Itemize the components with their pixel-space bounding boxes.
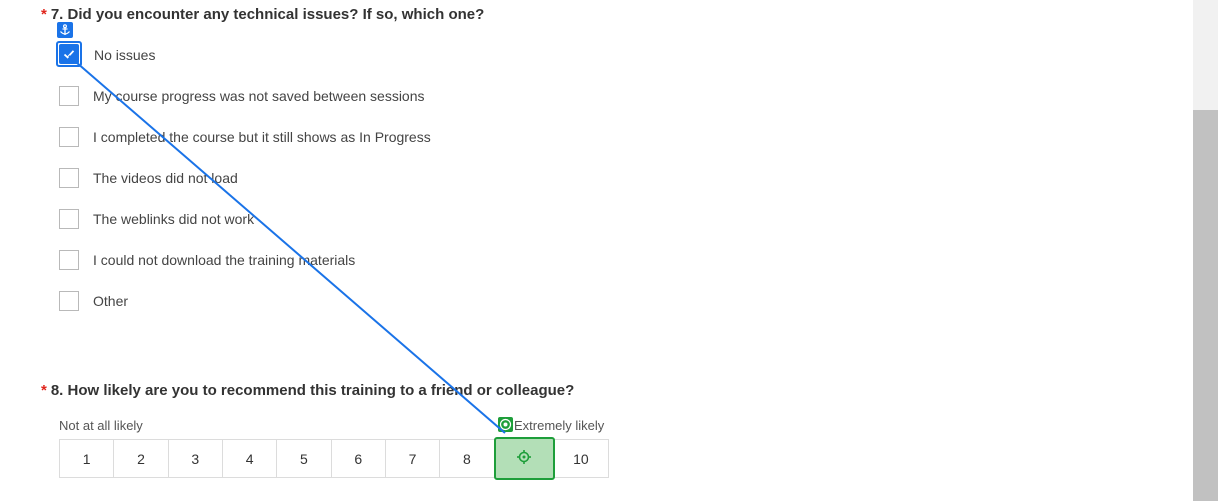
- scale-option-9[interactable]: [493, 437, 555, 480]
- scale-option-3[interactable]: 3: [168, 440, 223, 477]
- required-asterisk: *: [41, 382, 47, 399]
- scrollbar-thumb[interactable]: [1193, 110, 1218, 501]
- target-icon: [516, 449, 532, 468]
- option-download-materials[interactable]: I could not download the training materi…: [59, 249, 355, 271]
- option-label: The weblinks did not work: [93, 211, 255, 227]
- question-7-title: * 7. Did you encounter any technical issu…: [41, 6, 484, 23]
- scale-option-5[interactable]: 5: [277, 440, 332, 477]
- option-label: My course progress was not saved between…: [93, 88, 425, 104]
- question-8-text: 8. How likely are you to recommend this …: [50, 382, 575, 399]
- scale-option-6[interactable]: 6: [331, 440, 386, 477]
- nps-scale: 1 2 3 4 5 6 7 8 10: [59, 437, 609, 480]
- scale-option-10[interactable]: 10: [553, 440, 609, 477]
- anchor-icon: [57, 22, 73, 38]
- survey-page: * 7. Did you encounter any technical issu…: [0, 0, 1193, 501]
- option-videos-not-load[interactable]: The videos did not load: [59, 167, 238, 189]
- scale-option-2[interactable]: 2: [114, 440, 169, 477]
- required-asterisk: *: [41, 6, 47, 23]
- checkbox[interactable]: [59, 250, 79, 270]
- option-other[interactable]: Other: [59, 290, 128, 312]
- option-label: Other: [93, 293, 129, 309]
- scale-high-label: Extremely likely: [514, 418, 605, 433]
- option-progress-not-saved[interactable]: My course progress was not saved between…: [59, 85, 425, 107]
- checkmark-icon: [59, 44, 79, 64]
- option-label: I completed the course but it still show…: [93, 129, 431, 145]
- scale-option-1[interactable]: 1: [60, 440, 115, 477]
- scale-option-4[interactable]: 4: [222, 440, 278, 477]
- option-no-issues[interactable]: No issues: [82, 44, 155, 66]
- option-label: No issues: [94, 47, 156, 63]
- checkbox[interactable]: [59, 209, 79, 229]
- question-8-title: * 8. How likely are you to recommend this…: [41, 382, 574, 399]
- option-label: I could not download the training materi…: [93, 252, 356, 268]
- option-shows-in-progress[interactable]: I completed the course but it still show…: [59, 126, 431, 148]
- checkbox-no-issues[interactable]: [56, 41, 82, 67]
- checkbox[interactable]: [59, 86, 79, 106]
- scale-low-label: Not at all likely: [59, 418, 143, 433]
- option-weblinks-not-work[interactable]: The weblinks did not work: [59, 208, 254, 230]
- checkbox[interactable]: [59, 127, 79, 147]
- question-7-text: 7. Did you encounter any technical issue…: [50, 6, 485, 23]
- option-label: The videos did not load: [93, 170, 238, 186]
- checkbox[interactable]: [59, 168, 79, 188]
- scale-option-8[interactable]: 8: [440, 440, 495, 477]
- checkbox[interactable]: [59, 291, 79, 311]
- target-badge-icon: [498, 417, 513, 432]
- scale-option-7[interactable]: 7: [385, 440, 441, 477]
